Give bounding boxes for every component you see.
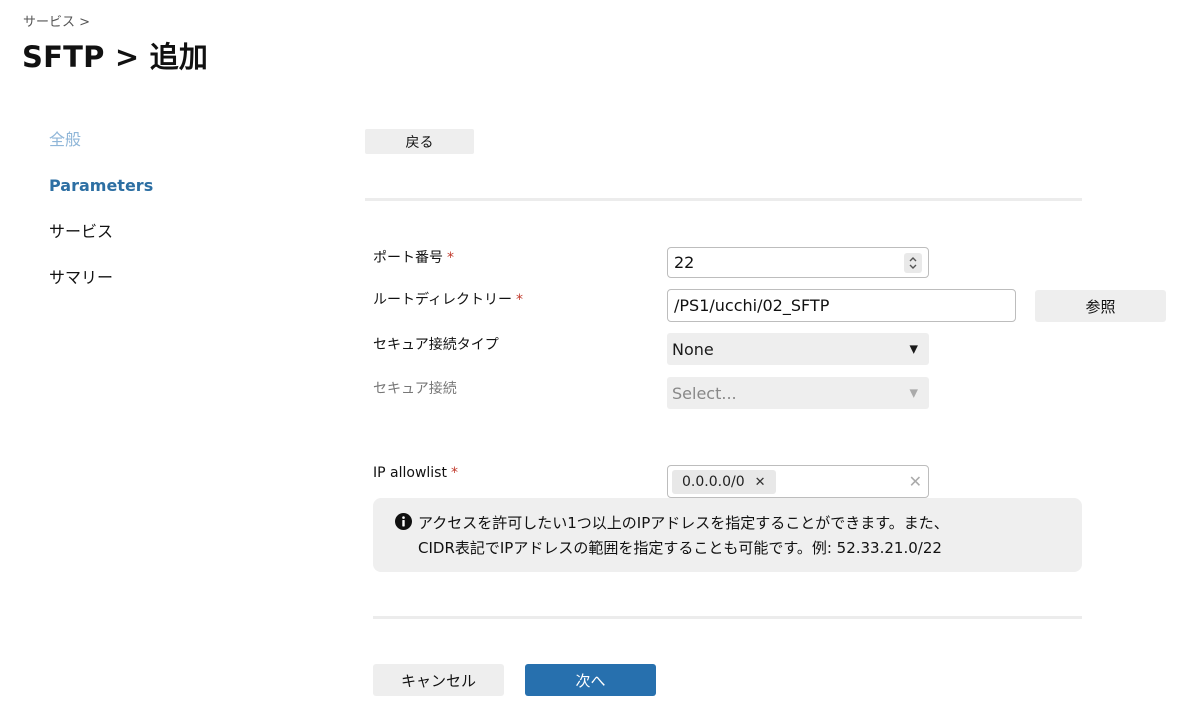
wizard-steps-nav: 全般 Parameters サービス サマリー (49, 128, 153, 312)
sidebar-item-service[interactable]: サービス (49, 220, 153, 266)
page-title: SFTP > 追加 (22, 40, 209, 74)
bottom-divider (373, 616, 1082, 619)
root-dir-label-text: ルートディレクトリー (373, 292, 513, 308)
root-dir-value: /PS1/ucchi/02_SFTP (674, 296, 830, 315)
port-label-text: ポート番号 (373, 250, 443, 266)
required-marker: * (450, 465, 458, 481)
secure-conn-label: セキュア接続 (373, 381, 457, 397)
sidebar-item-summary[interactable]: サマリー (49, 266, 153, 312)
back-button[interactable]: 戻る (365, 129, 474, 154)
clear-all-icon[interactable]: ✕ (909, 472, 922, 492)
ip-allowlist-label-text: IP allowlist (373, 465, 447, 481)
port-number-input[interactable]: 22 (667, 247, 929, 278)
top-divider (365, 198, 1082, 201)
secure-conn-placeholder: Select... (672, 383, 737, 403)
ip-tag-value: 0.0.0.0/0 (682, 474, 745, 490)
required-marker: * (447, 250, 454, 266)
sidebar-item-general[interactable]: 全般 (49, 128, 153, 174)
secure-type-select[interactable]: None ▼ (667, 333, 929, 365)
port-value: 22 (674, 253, 695, 272)
browse-button[interactable]: 参照 (1035, 290, 1166, 322)
port-label: ポート番号 * (373, 247, 454, 267)
info-icon (395, 513, 412, 530)
ip-tag: 0.0.0.0/0 ✕ (672, 470, 776, 494)
cancel-button[interactable]: キャンセル (373, 664, 504, 696)
remove-tag-icon[interactable]: ✕ (755, 475, 766, 490)
dropdown-caret-icon: ▼ (909, 342, 918, 356)
root-dir-label: ルートディレクトリー * (373, 289, 523, 309)
stepper-arrows-icon (909, 257, 917, 269)
secure-conn-select: Select... ▼ (667, 377, 929, 409)
required-marker: * (516, 292, 524, 308)
ip-allowlist-label: IP allowlist * (373, 465, 458, 481)
sidebar-item-parameters[interactable]: Parameters (49, 174, 153, 220)
next-button[interactable]: 次へ (525, 664, 656, 696)
ip-allowlist-help: アクセスを許可したい1つ以上のIPアドレスを指定することができます。また、 CI… (373, 498, 1082, 572)
breadcrumb[interactable]: サービス > (23, 11, 90, 30)
secure-type-label: セキュア接続タイプ (373, 337, 499, 353)
dropdown-caret-icon: ▼ (909, 386, 918, 400)
help-text-line1: アクセスを許可したい1つ以上のIPアドレスを指定することができます。また、 (418, 514, 949, 532)
port-stepper[interactable] (904, 253, 922, 273)
help-text-line2: CIDR表記でIPアドレスの範囲を指定することも可能です。例: 52.33.21… (418, 539, 942, 557)
root-directory-input[interactable]: /PS1/ucchi/02_SFTP (667, 289, 1016, 322)
secure-type-value: None (672, 339, 714, 359)
ip-allowlist-input[interactable]: 0.0.0.0/0 ✕ ✕ (667, 465, 929, 498)
